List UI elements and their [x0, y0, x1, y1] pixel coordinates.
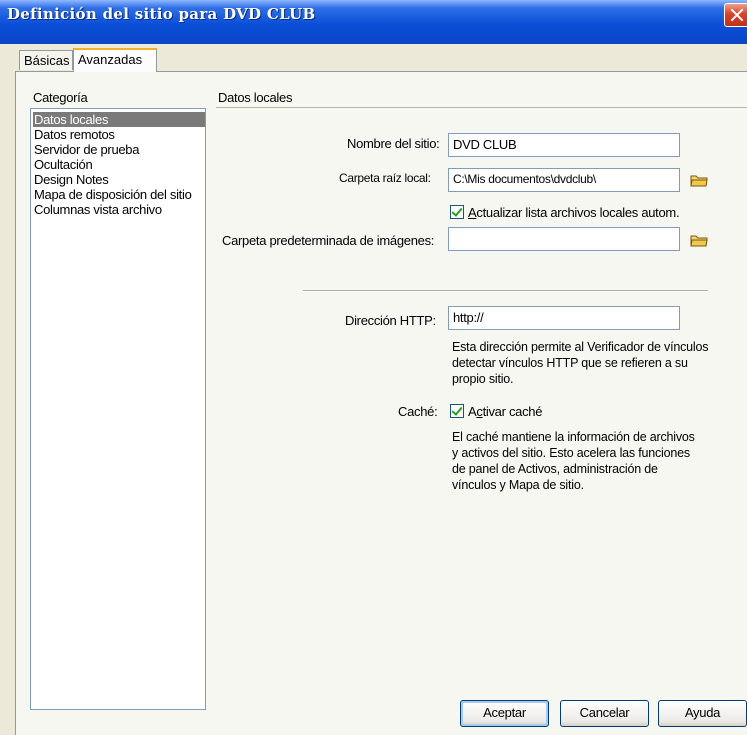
site-name-label: Nombre del sitio:	[347, 136, 440, 151]
http-label: Dirección HTTP:	[345, 313, 436, 328]
list-item-datos-locales[interactable]: Datos locales	[33, 112, 205, 127]
close-icon[interactable]	[724, 3, 747, 27]
accept-button[interactable]: Aceptar	[460, 700, 549, 727]
list-item-columnas-vista[interactable]: Columnas vista archivo	[34, 202, 162, 217]
category-heading: Categoría	[33, 90, 88, 105]
section-title: Datos locales	[218, 90, 293, 105]
cancel-button[interactable]: Cancelar	[560, 700, 649, 727]
cache-label: Caché:	[398, 404, 438, 419]
root-folder-label: Carpeta raíz local:	[339, 171, 431, 185]
images-folder-label: Carpeta predeterminada de imágenes:	[222, 233, 435, 248]
list-item-mapa-disposicion[interactable]: Mapa de disposición del sitio	[34, 187, 192, 202]
cache-checkbox-label: Activar caché	[468, 404, 543, 419]
folder-icon[interactable]	[690, 233, 708, 247]
tab-basicas[interactable]: Básicas	[19, 50, 73, 70]
cache-help-text: El caché mantiene la información de arch…	[452, 430, 695, 492]
root-folder-input[interactable]: C:\Mis documentos\dvdclub\	[448, 168, 680, 192]
cache-checkbox[interactable]	[450, 404, 464, 418]
http-input[interactable]: http://	[448, 306, 680, 330]
http-help-text: Esta dirección permite al Verificador de…	[452, 340, 709, 386]
title-bar: Definición del sitio para DVD CLUB	[0, 0, 747, 44]
tab-avanzadas[interactable]: Avanzadas	[73, 48, 157, 72]
images-folder-input[interactable]	[448, 227, 680, 251]
list-item-servidor-prueba[interactable]: Servidor de prueba	[34, 142, 139, 157]
folder-icon[interactable]	[690, 173, 708, 187]
help-button[interactable]: Ayuda	[658, 700, 747, 727]
separator	[303, 290, 708, 292]
list-item-design-notes[interactable]: Design Notes	[34, 172, 109, 187]
list-item-ocultacion[interactable]: Ocultación	[34, 157, 93, 172]
auto-refresh-checkbox[interactable]	[450, 205, 464, 219]
category-list: Datos locales Datos remotos Servidor de …	[30, 108, 206, 710]
window-title: Definición del sitio para DVD CLUB	[7, 5, 316, 23]
section-divider	[216, 107, 747, 108]
auto-refresh-label: Actualizar lista archivos locales autom.	[468, 205, 680, 220]
list-item-datos-remotos[interactable]: Datos remotos	[34, 127, 115, 142]
site-name-input[interactable]: DVD CLUB	[448, 133, 680, 157]
